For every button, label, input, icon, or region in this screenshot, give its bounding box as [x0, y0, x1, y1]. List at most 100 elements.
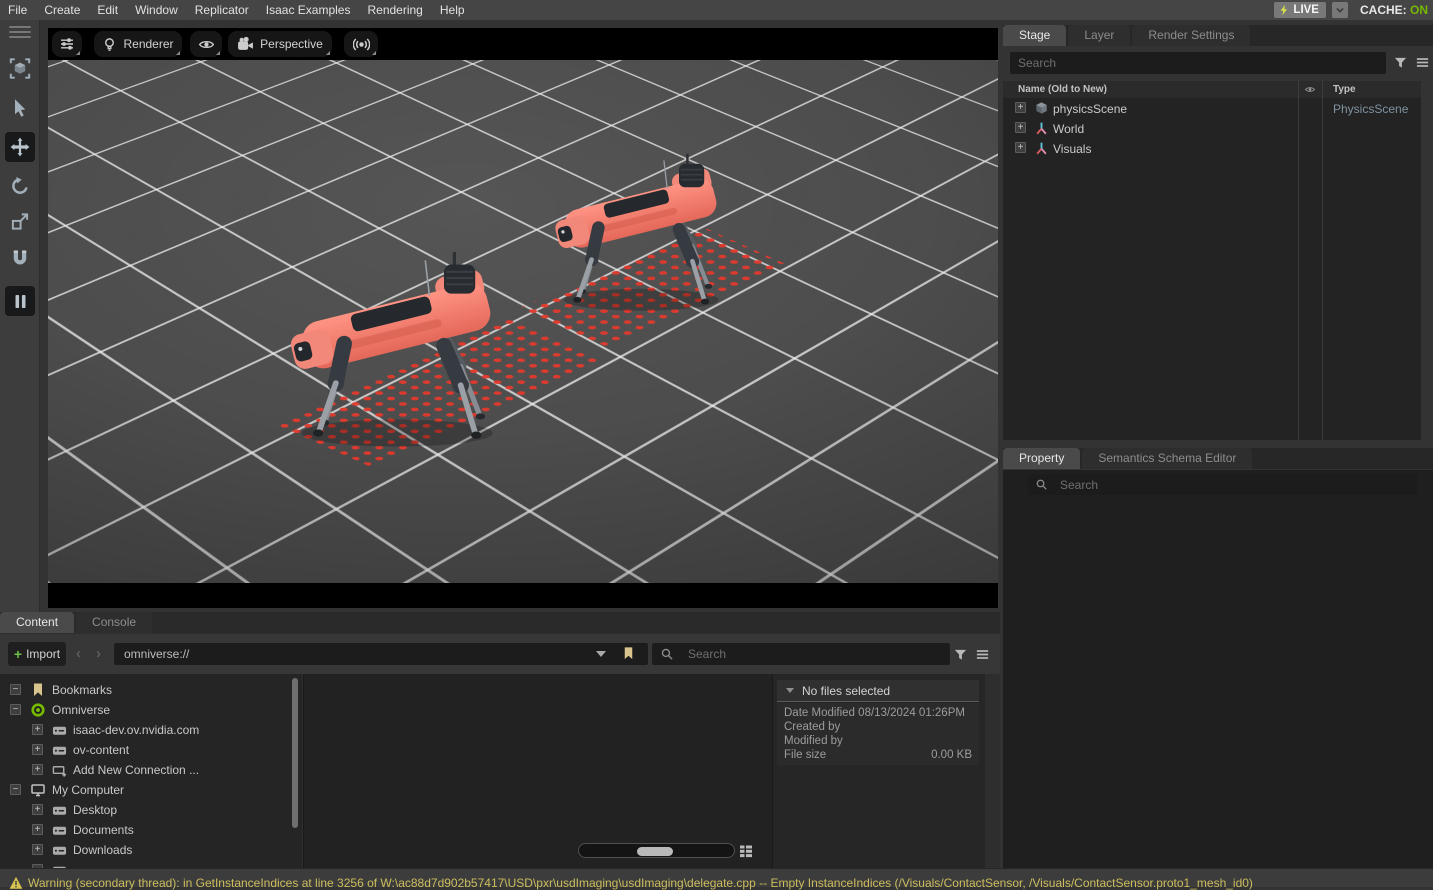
content-search-input[interactable] [680, 643, 940, 665]
stage-options-icon[interactable] [1415, 55, 1430, 70]
grid-view-icon[interactable] [738, 843, 754, 859]
collapse-toggle[interactable]: − [10, 684, 21, 695]
tree-item-documents[interactable]: + Documents [0, 820, 300, 840]
content-search[interactable] [652, 643, 950, 665]
bookmark-icon[interactable] [621, 646, 636, 661]
toolbar-drag-handle-icon[interactable] [9, 26, 31, 41]
tree-item-label[interactable]: Desktop [73, 803, 117, 817]
nav-forward-icon[interactable]: › [96, 647, 101, 661]
tree-item-label[interactable]: Downloads [73, 843, 132, 857]
tab-render-settings[interactable]: Render Settings [1132, 25, 1250, 46]
expand-toggle[interactable]: + [1015, 102, 1026, 113]
tree-scrollbar[interactable] [292, 678, 298, 828]
rotate-tool-icon[interactable] [10, 176, 30, 196]
details-scroll-gutter[interactable] [986, 674, 1000, 868]
path-input[interactable] [114, 643, 594, 665]
path-dropdown-icon[interactable] [596, 651, 606, 657]
tree-item-partial[interactable] [0, 860, 300, 868]
tree-item-ov-content[interactable]: + ov-content [0, 740, 300, 760]
menu-isaac-examples[interactable]: Isaac Examples [266, 3, 351, 17]
thumbnail-size-slider[interactable] [578, 843, 735, 858]
stage-search-input[interactable] [1010, 52, 1386, 74]
tree-item-omniverse[interactable]: − Omniverse [0, 700, 300, 720]
tree-item-add-connection[interactable]: + Add New Connection ... [0, 760, 300, 780]
tab-property[interactable]: Property [1003, 448, 1080, 469]
content-tree[interactable]: − Bookmarks − Omniverse + isaac-dev.ov.n… [0, 674, 302, 868]
prim-name[interactable]: Visuals [1053, 142, 1091, 156]
tree-item-bookmarks[interactable]: − Bookmarks [0, 680, 300, 700]
menu-help[interactable]: Help [440, 3, 465, 17]
type-column-header[interactable]: Type [1333, 84, 1356, 95]
renderer-button[interactable]: Renderer [94, 31, 182, 57]
tab-semantics-schema-editor[interactable]: Semantics Schema Editor [1082, 448, 1252, 469]
tree-item-my-computer[interactable]: − My Computer [0, 780, 300, 800]
stage-row-physicsscene[interactable]: + physicsScene PhysicsScene [1003, 100, 1421, 120]
tree-item-label[interactable]: Add New Connection ... [73, 763, 199, 777]
tree-item-label[interactable]: ov-content [73, 743, 129, 757]
stage-column-header[interactable]: Name (Old to New) Type [1003, 81, 1421, 98]
tree-item-desktop[interactable]: + Desktop [0, 800, 300, 820]
collapse-toggle[interactable]: − [10, 784, 21, 795]
selection-header[interactable]: No files selected [777, 680, 979, 702]
snap-magnet-icon[interactable] [10, 248, 30, 268]
tab-console[interactable]: Console [76, 612, 152, 633]
expand-toggle[interactable]: + [32, 764, 43, 775]
menu-create[interactable]: Create [44, 3, 80, 17]
stage-filter-icon[interactable] [1393, 55, 1408, 70]
viewport-settings-button[interactable] [52, 31, 82, 57]
viewport-scene[interactable] [48, 60, 998, 583]
property-search-input[interactable] [1052, 474, 1402, 495]
expand-toggle[interactable]: + [32, 804, 43, 815]
live-button[interactable]: LIVE [1274, 2, 1326, 18]
import-button[interactable]: + Import [8, 642, 66, 666]
camera-button[interactable]: Perspective [228, 31, 332, 57]
select-mode-icon[interactable] [9, 58, 30, 79]
expand-toggle[interactable]: + [1015, 122, 1026, 133]
tree-item-label[interactable]: Bookmarks [52, 683, 112, 697]
tree-item-isaac-dev[interactable]: + isaac-dev.ov.nvidia.com [0, 720, 300, 740]
cursor-select-icon[interactable] [10, 98, 30, 118]
tree-item-label[interactable]: isaac-dev.ov.nvidia.com [73, 723, 199, 737]
tree-item-label[interactable]: Omniverse [52, 703, 110, 717]
menu-replicator[interactable]: Replicator [195, 3, 249, 17]
name-column-header[interactable]: Name (Old to New) [1018, 84, 1107, 95]
menu-file[interactable]: File [8, 3, 27, 17]
move-tool-button[interactable] [5, 132, 35, 162]
stage-row-visuals[interactable]: + Visuals [1003, 140, 1421, 160]
tree-item-label[interactable]: My Computer [52, 783, 124, 797]
tab-stage[interactable]: Stage [1003, 25, 1066, 46]
menu-edit[interactable]: Edit [97, 3, 118, 17]
live-dropdown-button[interactable] [1332, 2, 1348, 18]
viewport-3d[interactable]: Renderer Perspective [48, 28, 998, 608]
visibility-column-eye-icon[interactable] [1303, 84, 1317, 95]
file-grid-area[interactable] [303, 674, 772, 868]
property-search[interactable] [1028, 474, 1417, 495]
expand-toggle[interactable]: + [32, 724, 43, 735]
menu-window[interactable]: Window [135, 3, 178, 17]
expand-toggle[interactable]: + [32, 744, 43, 755]
prim-name[interactable]: World [1053, 122, 1084, 136]
stage-row-world[interactable]: + World [1003, 120, 1421, 140]
menu-rendering[interactable]: Rendering [367, 3, 422, 17]
content-options-icon[interactable] [975, 647, 990, 662]
tree-item-label[interactable]: Documents [73, 823, 134, 837]
tab-content[interactable]: Content [0, 612, 74, 633]
collapse-toggle[interactable]: − [10, 704, 21, 715]
eye-icon [198, 36, 215, 53]
prim-name[interactable]: physicsScene [1053, 102, 1127, 116]
expand-toggle[interactable]: + [32, 824, 43, 835]
visibility-button[interactable] [190, 31, 222, 57]
pause-button[interactable] [5, 286, 35, 316]
expand-toggle[interactable]: + [32, 844, 43, 855]
status-warning-text[interactable]: Warning (secondary thread): in GetInstan… [28, 876, 1253, 890]
slider-handle[interactable] [637, 847, 673, 856]
tab-layer[interactable]: Layer [1068, 25, 1130, 46]
camera-icon [237, 36, 254, 53]
capture-button[interactable] [344, 31, 378, 57]
content-filter-icon[interactable] [953, 647, 968, 662]
nav-back-icon[interactable]: ‹ [76, 647, 81, 661]
tree-item-downloads[interactable]: + Downloads [0, 840, 300, 860]
expand-toggle[interactable]: + [1015, 142, 1026, 153]
path-bar[interactable] [114, 643, 648, 665]
scale-tool-icon[interactable] [10, 212, 29, 231]
